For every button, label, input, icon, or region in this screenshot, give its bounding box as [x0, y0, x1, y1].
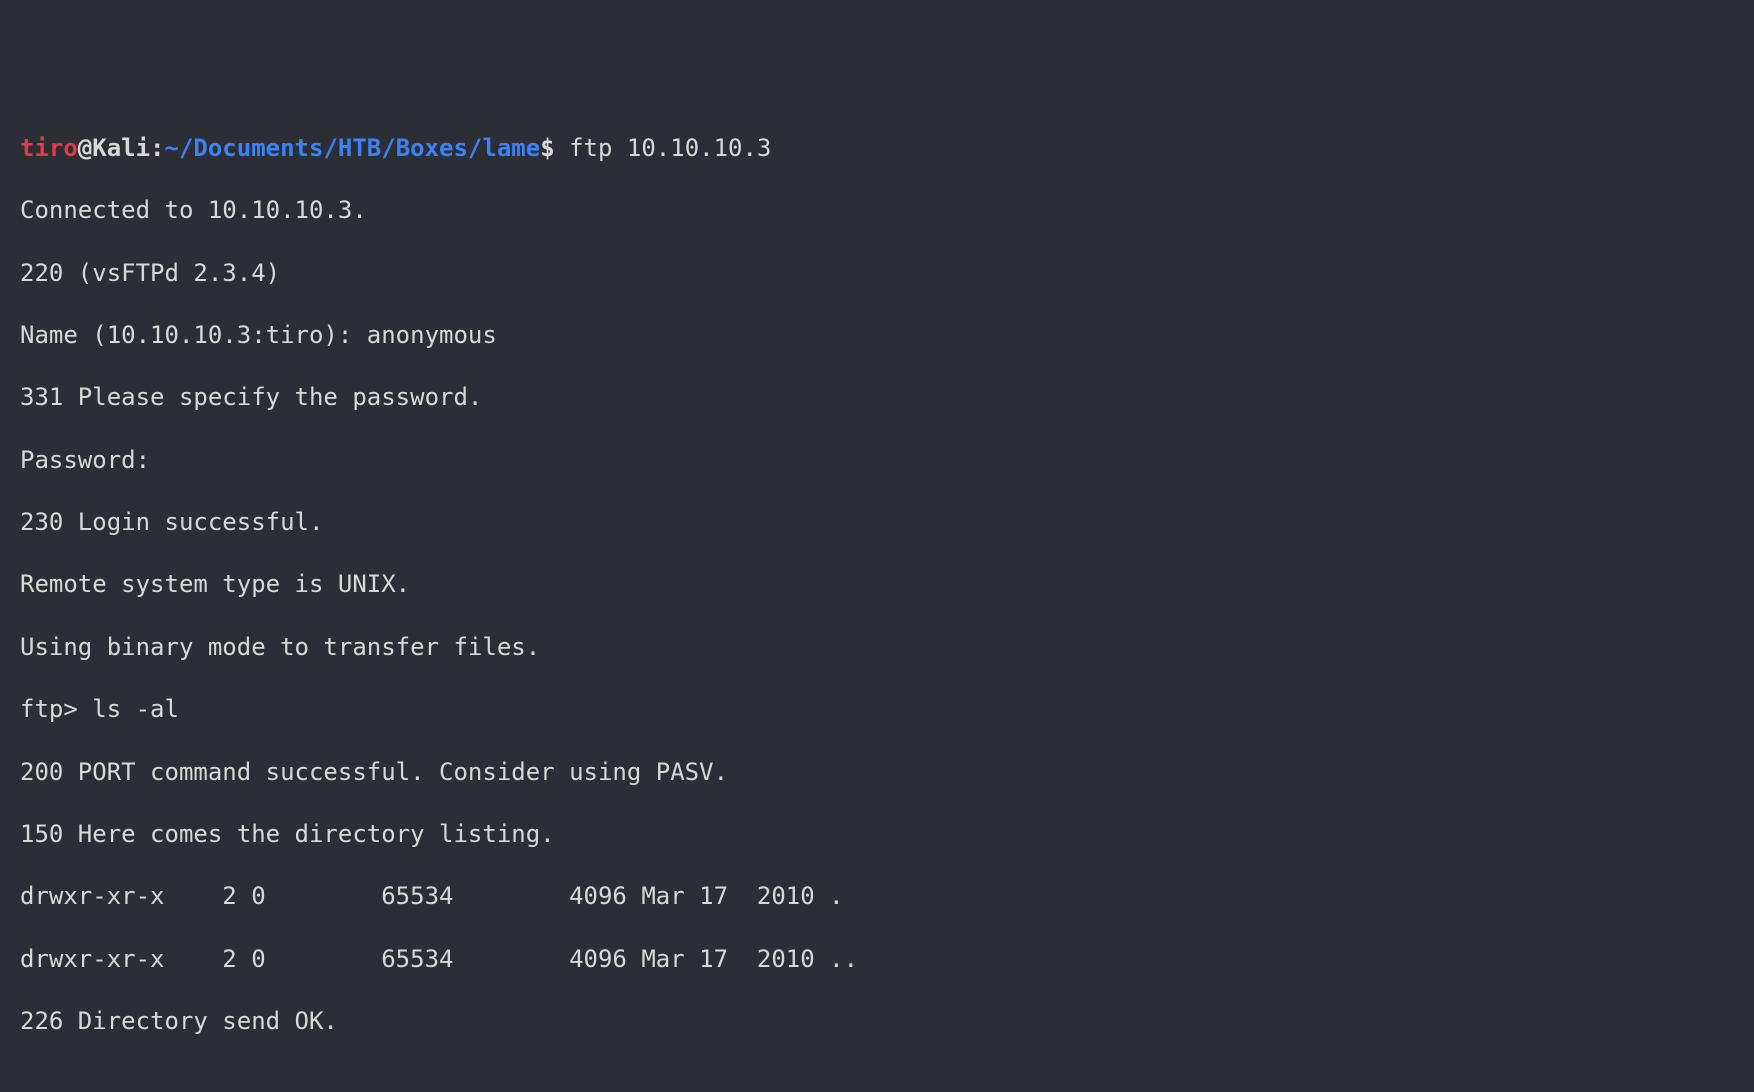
output-line: 331 Please specify the password. [20, 382, 1734, 413]
output-line: 230 Login successful. [20, 507, 1734, 538]
output-line: 220 (vsFTPd 2.3.4) [20, 258, 1734, 289]
output-line: Connected to 10.10.10.3. [20, 195, 1734, 226]
prompt-host: Kali [92, 134, 150, 162]
terminal-output[interactable]: tiro@Kali:~/Documents/HTB/Boxes/lame$ ft… [20, 133, 1734, 1037]
prompt-colon: : [150, 134, 164, 162]
prompt-at: @ [78, 134, 92, 162]
output-line: Using binary mode to transfer files. [20, 632, 1734, 663]
output-line: Name (10.10.10.3:tiro): anonymous [20, 320, 1734, 351]
prompt-line: tiro@Kali:~/Documents/HTB/Boxes/lame$ ft… [20, 133, 1734, 164]
output-line: Remote system type is UNIX. [20, 569, 1734, 600]
output-line: Password: [20, 445, 1734, 476]
output-line: 200 PORT command successful. Consider us… [20, 757, 1734, 788]
output-line: 150 Here comes the directory listing. [20, 819, 1734, 850]
prompt-path: ~/Documents/HTB/Boxes/lame [165, 134, 541, 162]
command-text: ftp 10.10.10.3 [569, 134, 771, 162]
ftp-prompt-line: ftp> ls -al [20, 694, 1734, 725]
prompt-user: tiro [20, 134, 78, 162]
directory-entry: drwxr-xr-x 2 0 65534 4096 Mar 17 2010 . [20, 881, 1734, 912]
output-line: 226 Directory send OK. [20, 1006, 1734, 1037]
directory-entry: drwxr-xr-x 2 0 65534 4096 Mar 17 2010 .. [20, 944, 1734, 975]
prompt-dollar: $ [540, 134, 569, 162]
